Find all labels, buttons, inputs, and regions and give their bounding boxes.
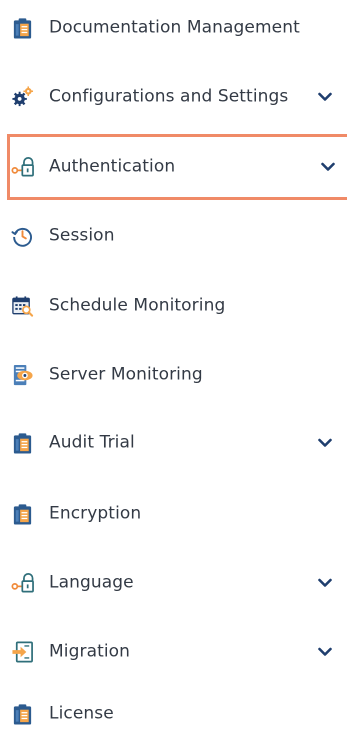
chevron-down-icon[interactable] (318, 92, 332, 102)
clipboard-icon (13, 704, 32, 725)
import-arrow-icon (12, 641, 33, 663)
menu-item-label: Audit Trial (49, 432, 135, 453)
menu-item-audit-trial[interactable]: Audit Trial (0, 415, 347, 471)
gears-icon (12, 86, 34, 107)
menu-item-label: Configurations and Settings (49, 86, 289, 107)
menu-item-session[interactable]: Session (0, 208, 347, 264)
menu-item-label: Encryption (49, 503, 142, 524)
menu-item-label: Server Monitoring (49, 364, 203, 385)
clock-history-icon (11, 227, 32, 247)
server-eye-icon (13, 364, 33, 386)
menu-item-license[interactable]: License (0, 694, 347, 734)
menu-item-label: Language (49, 572, 134, 593)
menu-item-configurations-and-settings[interactable]: Configurations and Settings (0, 69, 347, 125)
menu-item-label: Session (49, 225, 115, 246)
clipboard-icon (13, 433, 32, 454)
key-lock-icon (11, 573, 34, 593)
menu-item-schedule-monitoring[interactable]: Schedule Monitoring (0, 278, 347, 334)
chevron-down-icon[interactable] (318, 438, 332, 448)
settings-sidebar-menu: Documentation Management Configurations … (0, 0, 347, 734)
clipboard-icon (13, 18, 32, 39)
clipboard-icon (13, 504, 32, 525)
menu-item-server-monitoring[interactable]: Server Monitoring (0, 347, 347, 403)
menu-item-language[interactable]: Language (0, 555, 347, 611)
menu-item-label: Migration (49, 641, 131, 662)
menu-item-migration[interactable]: Migration (0, 624, 347, 680)
chevron-down-icon[interactable] (318, 578, 332, 588)
menu-item-label: Schedule Monitoring (49, 295, 226, 316)
menu-item-label: Authentication (49, 156, 176, 177)
menu-item-documentation-management[interactable]: Documentation Management (0, 0, 347, 56)
menu-item-label: License (49, 703, 114, 724)
menu-item-authentication[interactable]: Authentication (7, 134, 347, 200)
calendar-search-icon (12, 296, 34, 317)
key-lock-icon (11, 157, 34, 177)
chevron-down-icon[interactable] (321, 162, 335, 172)
menu-item-label: Documentation Management (49, 17, 300, 38)
menu-item-encryption[interactable]: Encryption (0, 486, 347, 542)
chevron-down-icon[interactable] (318, 647, 332, 657)
